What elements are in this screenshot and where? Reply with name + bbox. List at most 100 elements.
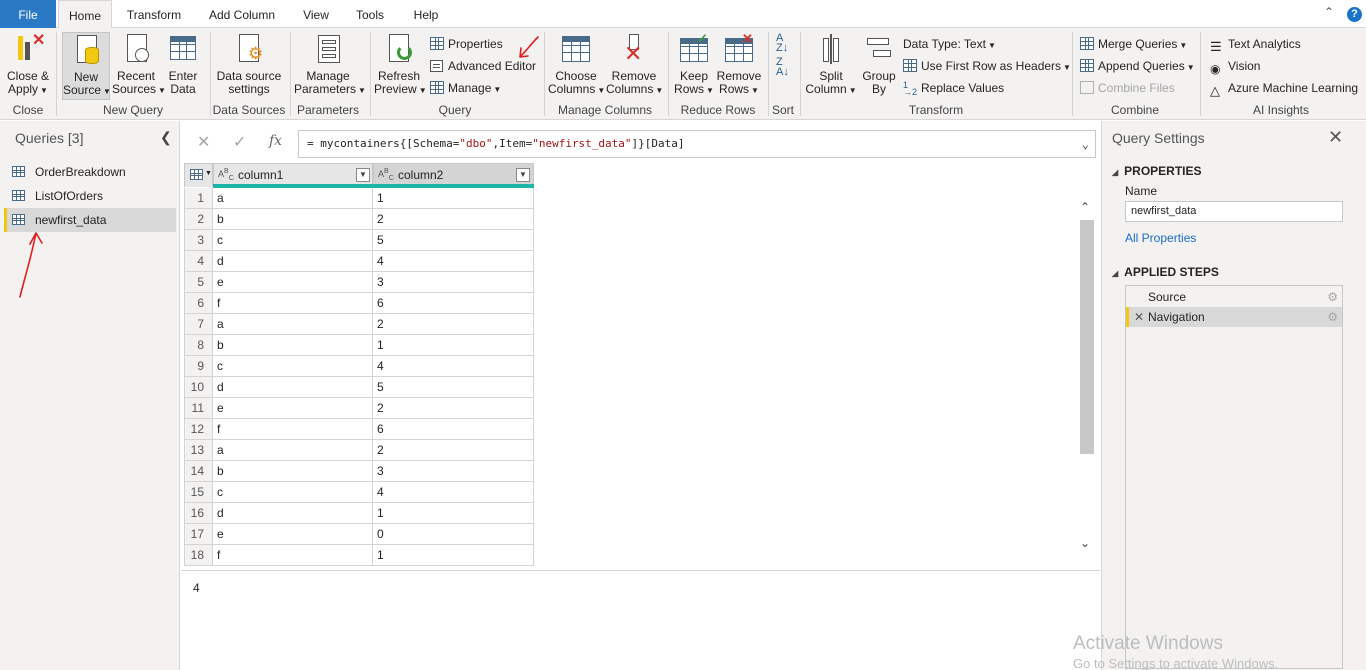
manage-button[interactable]: Manage ▼: [430, 79, 501, 97]
applied-steps-section[interactable]: ◢ APPLIED STEPS: [1112, 265, 1219, 279]
row-number[interactable]: 2: [184, 209, 213, 230]
table-row[interactable]: 7a2: [184, 314, 534, 335]
table-row[interactable]: 4d4: [184, 251, 534, 272]
table-row[interactable]: 14 b 3: [184, 461, 534, 482]
new-source-button[interactable]: New Source ▼: [62, 32, 111, 100]
scroll-down-icon[interactable]: ⌄: [1080, 536, 1090, 550]
table-row[interactable]: 13 a 2: [184, 440, 534, 461]
scroll-up-icon[interactable]: ⌃: [1080, 200, 1090, 214]
row-number[interactable]: 10: [184, 377, 213, 398]
table-row[interactable]: 6f6: [184, 293, 534, 314]
cancel-icon[interactable]: ✕: [197, 132, 210, 152]
step-navigation[interactable]: ✕ Navigation ⚙: [1126, 307, 1342, 327]
table-cell[interactable]: 4: [373, 251, 534, 272]
row-number[interactable]: 14: [184, 461, 213, 482]
row-number[interactable]: 8: [184, 335, 213, 356]
table-cell[interactable]: b: [213, 209, 373, 230]
table-cell[interactable]: a: [213, 314, 373, 335]
table-row[interactable]: 9c4: [184, 356, 534, 377]
table-cell[interactable]: 6: [373, 419, 534, 440]
append-queries-button[interactable]: Append Queries ▼: [1080, 57, 1195, 75]
refresh-preview-button[interactable]: Refresh Preview ▼: [374, 32, 427, 97]
table-cell[interactable]: 3: [373, 272, 534, 293]
table-cell[interactable]: c: [213, 356, 373, 377]
query-item-orderbreakdown[interactable]: OrderBreakdown: [4, 160, 176, 184]
tab-file[interactable]: File: [0, 0, 56, 28]
table-row[interactable]: 10 d 5: [184, 377, 534, 398]
table-cell[interactable]: a: [213, 188, 373, 209]
table-cell[interactable]: e: [213, 524, 373, 545]
tab-home[interactable]: Home: [58, 0, 112, 29]
row-number[interactable]: 9: [184, 356, 213, 377]
all-properties-link[interactable]: All Properties: [1125, 231, 1196, 245]
table-cell[interactable]: 1: [373, 503, 534, 524]
table-cell[interactable]: 6: [373, 293, 534, 314]
step-source[interactable]: Source ⚙: [1126, 287, 1342, 307]
table-cell[interactable]: 3: [373, 461, 534, 482]
table-cell[interactable]: 2: [373, 440, 534, 461]
table-cell[interactable]: 1: [373, 188, 534, 209]
table-row[interactable]: 18 f 1: [184, 545, 534, 566]
table-row[interactable]: 15 c 4: [184, 482, 534, 503]
table-cell[interactable]: f: [213, 419, 373, 440]
sort-descending-icon[interactable]: Z A↓: [776, 57, 789, 78]
enter-data-button[interactable]: Enter Data: [162, 32, 204, 96]
query-item-newfirst-data[interactable]: newfirst_data: [4, 208, 176, 232]
table-cell[interactable]: 4: [373, 356, 534, 377]
table-cell[interactable]: f: [213, 545, 373, 566]
row-number[interactable]: 15: [184, 482, 213, 503]
formula-input[interactable]: = mycontainers{[Schema="dbo",Item="newfi…: [298, 130, 1096, 158]
advanced-editor-button[interactable]: Advanced Editor: [430, 57, 536, 75]
row-number[interactable]: 18: [184, 545, 213, 566]
choose-columns-button[interactable]: Choose Columns ▼: [548, 32, 605, 97]
row-number[interactable]: 13: [184, 440, 213, 461]
row-number[interactable]: 6: [184, 293, 213, 314]
table-cell[interactable]: d: [213, 377, 373, 398]
manage-parameters-button[interactable]: Manage Parameters ▼: [294, 32, 366, 97]
table-cell[interactable]: c: [213, 482, 373, 503]
use-first-row-headers-button[interactable]: Use First Row as Headers ▼: [903, 57, 1071, 75]
table-row[interactable]: 5e3: [184, 272, 534, 293]
table-cell[interactable]: d: [213, 503, 373, 524]
table-row[interactable]: 2b2: [184, 209, 534, 230]
filter-dropdown-icon[interactable]: ▼: [516, 168, 530, 182]
table-row[interactable]: 8b1: [184, 335, 534, 356]
table-cell[interactable]: 5: [373, 230, 534, 251]
gear-icon[interactable]: ⚙: [1327, 287, 1338, 307]
table-cell[interactable]: 2: [373, 314, 534, 335]
tab-tools[interactable]: Tools: [350, 0, 390, 28]
replace-values-button[interactable]: 1 →2 Replace Values: [903, 79, 1004, 97]
table-cell[interactable]: 1: [373, 545, 534, 566]
tab-help[interactable]: Help: [406, 0, 446, 28]
row-number[interactable]: 7: [184, 314, 213, 335]
table-row[interactable]: 1a1: [184, 188, 534, 209]
table-row[interactable]: 3c5: [184, 230, 534, 251]
expand-formula-icon[interactable]: ⌄: [1082, 131, 1089, 157]
gear-icon[interactable]: ⚙: [1327, 307, 1338, 327]
table-row[interactable]: 12 f 6: [184, 419, 534, 440]
keep-rows-button[interactable]: ✓ Keep Rows ▼: [672, 32, 716, 97]
table-row[interactable]: 11 e 2: [184, 398, 534, 419]
vision-button[interactable]: ◉ Vision: [1210, 57, 1260, 76]
table-cell[interactable]: e: [213, 272, 373, 293]
scrollbar-thumb[interactable]: [1080, 220, 1094, 454]
table-cell[interactable]: 2: [373, 398, 534, 419]
properties-button[interactable]: Properties: [430, 35, 503, 53]
group-by-button[interactable]: Group By: [858, 32, 900, 96]
ribbon-collapse-icon[interactable]: ⌃: [1324, 5, 1338, 19]
table-cell[interactable]: 0: [373, 524, 534, 545]
row-number[interactable]: 12: [184, 419, 213, 440]
sort-ascending-icon[interactable]: A Z↓: [776, 33, 788, 54]
split-column-button[interactable]: Split Column ▼: [804, 32, 858, 97]
close-icon[interactable]: ✕: [1328, 127, 1343, 148]
table-cell[interactable]: e: [213, 398, 373, 419]
collapse-pane-icon[interactable]: ❮: [160, 129, 172, 146]
azure-ml-button[interactable]: △ Azure Machine Learning: [1210, 79, 1358, 98]
data-source-settings-button[interactable]: ⚙ Data source settings: [214, 32, 284, 96]
fx-icon[interactable]: fx: [269, 133, 282, 149]
row-number[interactable]: 4: [184, 251, 213, 272]
remove-rows-button[interactable]: ✕ Remove Rows ▼: [716, 32, 762, 97]
filter-dropdown-icon[interactable]: ▼: [356, 168, 370, 182]
row-number[interactable]: 5: [184, 272, 213, 293]
delete-step-icon[interactable]: ✕: [1134, 307, 1144, 327]
